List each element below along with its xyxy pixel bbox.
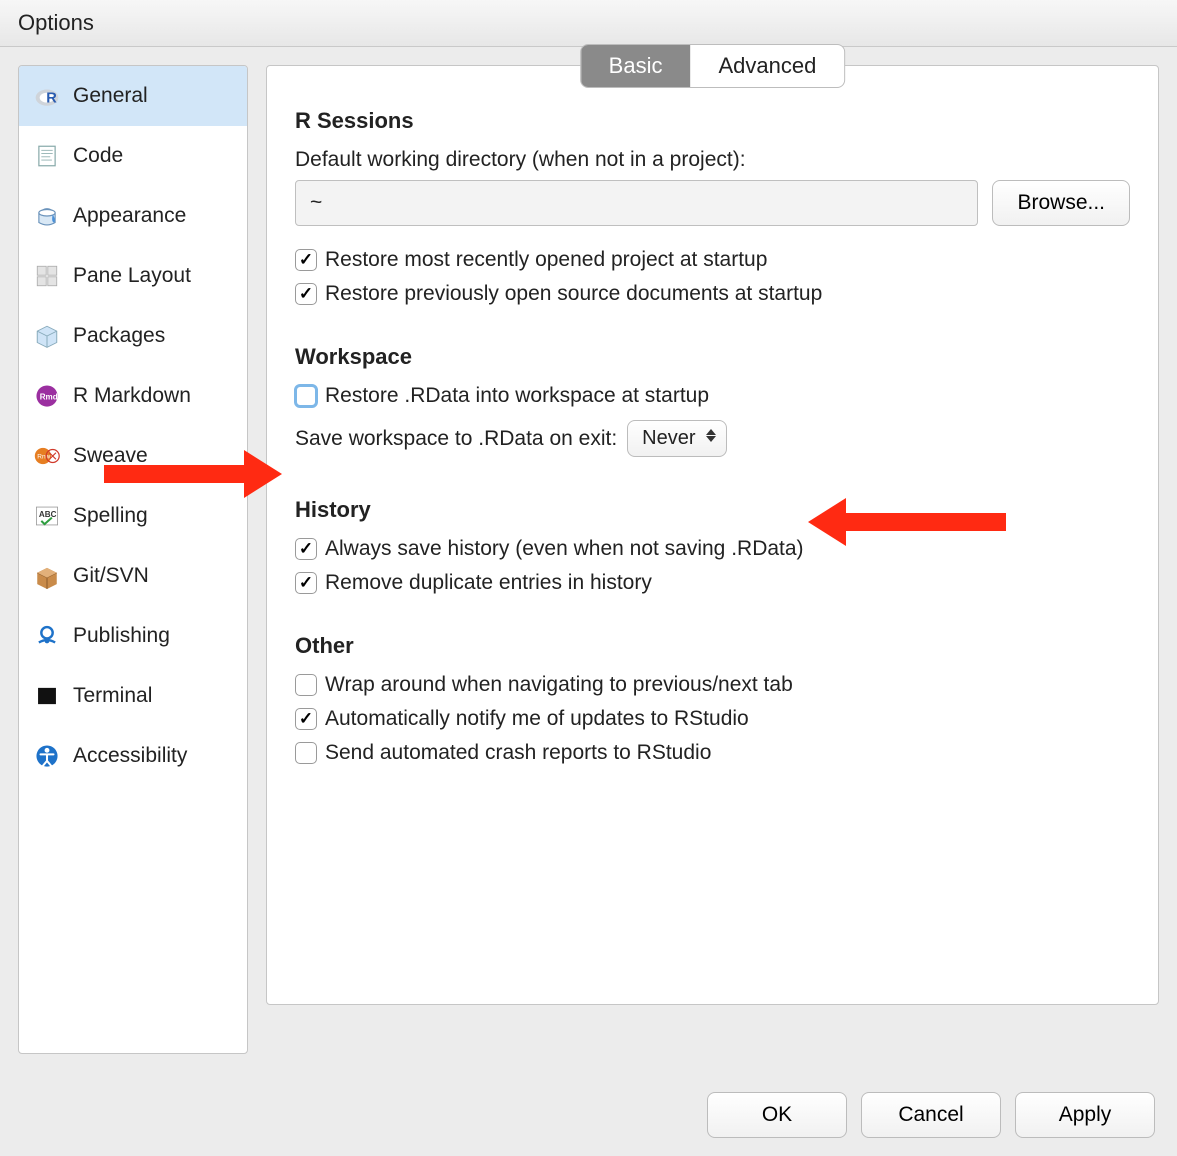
box-icon <box>33 322 61 350</box>
r-logo-icon: R <box>33 82 61 110</box>
save-workspace-label: Save workspace to .RData on exit: <box>295 427 617 451</box>
restore-project-label: Restore most recently opened project at … <box>325 248 767 272</box>
remove-dup-history-label: Remove duplicate entries in history <box>325 571 652 595</box>
remove-dup-history-row[interactable]: Remove duplicate entries in history <box>295 571 1130 595</box>
sidebar-item-accessibility[interactable]: Accessibility <box>19 726 247 786</box>
accessibility-icon <box>33 742 61 770</box>
save-workspace-select[interactable]: Never <box>627 420 726 457</box>
tab-strip: Basic Advanced <box>580 44 846 88</box>
cardboard-box-icon <box>33 562 61 590</box>
sidebar-item-sweave[interactable]: Rnw Sweave <box>19 426 247 486</box>
document-icon <box>33 142 61 170</box>
sidebar-item-label: Packages <box>73 324 165 348</box>
sidebar-item-packages[interactable]: Packages <box>19 306 247 366</box>
restore-project-checkbox[interactable] <box>295 249 317 271</box>
tab-advanced[interactable]: Advanced <box>690 45 844 87</box>
remove-dup-history-checkbox[interactable] <box>295 572 317 594</box>
crash-reports-row[interactable]: Send automated crash reports to RStudio <box>295 741 1130 765</box>
default-workdir-input[interactable]: ~ <box>295 180 978 226</box>
section-title-history: History <box>295 497 1130 523</box>
restore-docs-checkbox[interactable] <box>295 283 317 305</box>
sidebar-item-git-svn[interactable]: Git/SVN <box>19 546 247 606</box>
sidebar-item-label: Publishing <box>73 624 170 648</box>
notify-updates-label: Automatically notify me of updates to RS… <box>325 707 749 731</box>
sidebar-item-label: Sweave <box>73 444 148 468</box>
sidebar-item-label: Pane Layout <box>73 264 191 288</box>
sidebar-item-label: Git/SVN <box>73 564 149 588</box>
restore-rdata-checkbox[interactable] <box>295 385 317 407</box>
wrap-tabs-checkbox[interactable] <box>295 674 317 696</box>
dialog-title: Options <box>0 0 1177 47</box>
sidebar-item-label: Accessibility <box>73 744 187 768</box>
svg-text:ABC: ABC <box>39 510 57 519</box>
sidebar-item-spelling[interactable]: ABC Spelling <box>19 486 247 546</box>
cancel-button[interactable]: Cancel <box>861 1092 1001 1138</box>
always-save-history-checkbox[interactable] <box>295 538 317 560</box>
browse-button[interactable]: Browse... <box>992 180 1130 226</box>
restore-docs-row[interactable]: Restore previously open source documents… <box>295 282 1130 306</box>
sidebar: R General Code Appearance Pane Layout <box>18 65 248 1054</box>
section-title-workspace: Workspace <box>295 344 1130 370</box>
sidebar-item-code[interactable]: Code <box>19 126 247 186</box>
sidebar-item-terminal[interactable]: Terminal <box>19 666 247 726</box>
default-workdir-label: Default working directory (when not in a… <box>295 148 1130 172</box>
notify-updates-checkbox[interactable] <box>295 708 317 730</box>
crash-reports-checkbox[interactable] <box>295 742 317 764</box>
sidebar-item-publishing[interactable]: Publishing <box>19 606 247 666</box>
settings-panel: Basic Advanced R Sessions Default workin… <box>266 65 1159 1005</box>
main-content: Basic Advanced R Sessions Default workin… <box>266 65 1159 1054</box>
dialog-footer: OK Cancel Apply <box>707 1092 1155 1138</box>
wrap-tabs-label: Wrap around when navigating to previous/… <box>325 673 793 697</box>
svg-text:Rnw: Rnw <box>37 453 50 460</box>
svg-text:R: R <box>46 91 57 107</box>
section-title-rsessions: R Sessions <box>295 108 1130 134</box>
always-save-history-label: Always save history (even when not savin… <box>325 537 804 561</box>
paint-bucket-icon <box>33 202 61 230</box>
cloud-publish-icon <box>33 622 61 650</box>
terminal-icon <box>33 682 61 710</box>
crash-reports-label: Send automated crash reports to RStudio <box>325 741 711 765</box>
sidebar-item-appearance[interactable]: Appearance <box>19 186 247 246</box>
restore-rdata-label: Restore .RData into workspace at startup <box>325 384 709 408</box>
sidebar-item-pane-layout[interactable]: Pane Layout <box>19 246 247 306</box>
section-title-other: Other <box>295 633 1130 659</box>
sidebar-item-general[interactable]: R General <box>19 66 247 126</box>
sidebar-item-label: Terminal <box>73 684 152 708</box>
apply-button[interactable]: Apply <box>1015 1092 1155 1138</box>
sidebar-item-label: General <box>73 84 148 108</box>
dialog-body: R General Code Appearance Pane Layout <box>0 47 1177 1072</box>
tab-basic[interactable]: Basic <box>581 45 691 87</box>
always-save-history-row[interactable]: Always save history (even when not savin… <box>295 537 1130 561</box>
sidebar-item-label: R Markdown <box>73 384 191 408</box>
grid-icon <box>33 262 61 290</box>
notify-updates-row[interactable]: Automatically notify me of updates to RS… <box>295 707 1130 731</box>
rnw-icon: Rnw <box>33 442 61 470</box>
svg-text:Rmd: Rmd <box>40 392 58 401</box>
abc-check-icon: ABC <box>33 502 61 530</box>
sidebar-item-label: Code <box>73 144 123 168</box>
ok-button[interactable]: OK <box>707 1092 847 1138</box>
wrap-tabs-row[interactable]: Wrap around when navigating to previous/… <box>295 673 1130 697</box>
sidebar-item-rmarkdown[interactable]: Rmd R Markdown <box>19 366 247 426</box>
restore-docs-label: Restore previously open source documents… <box>325 282 822 306</box>
restore-project-row[interactable]: Restore most recently opened project at … <box>295 248 1130 272</box>
sidebar-item-label: Spelling <box>73 504 148 528</box>
restore-rdata-row[interactable]: Restore .RData into workspace at startup <box>295 384 1130 408</box>
rmd-icon: Rmd <box>33 382 61 410</box>
sidebar-item-label: Appearance <box>73 204 186 228</box>
